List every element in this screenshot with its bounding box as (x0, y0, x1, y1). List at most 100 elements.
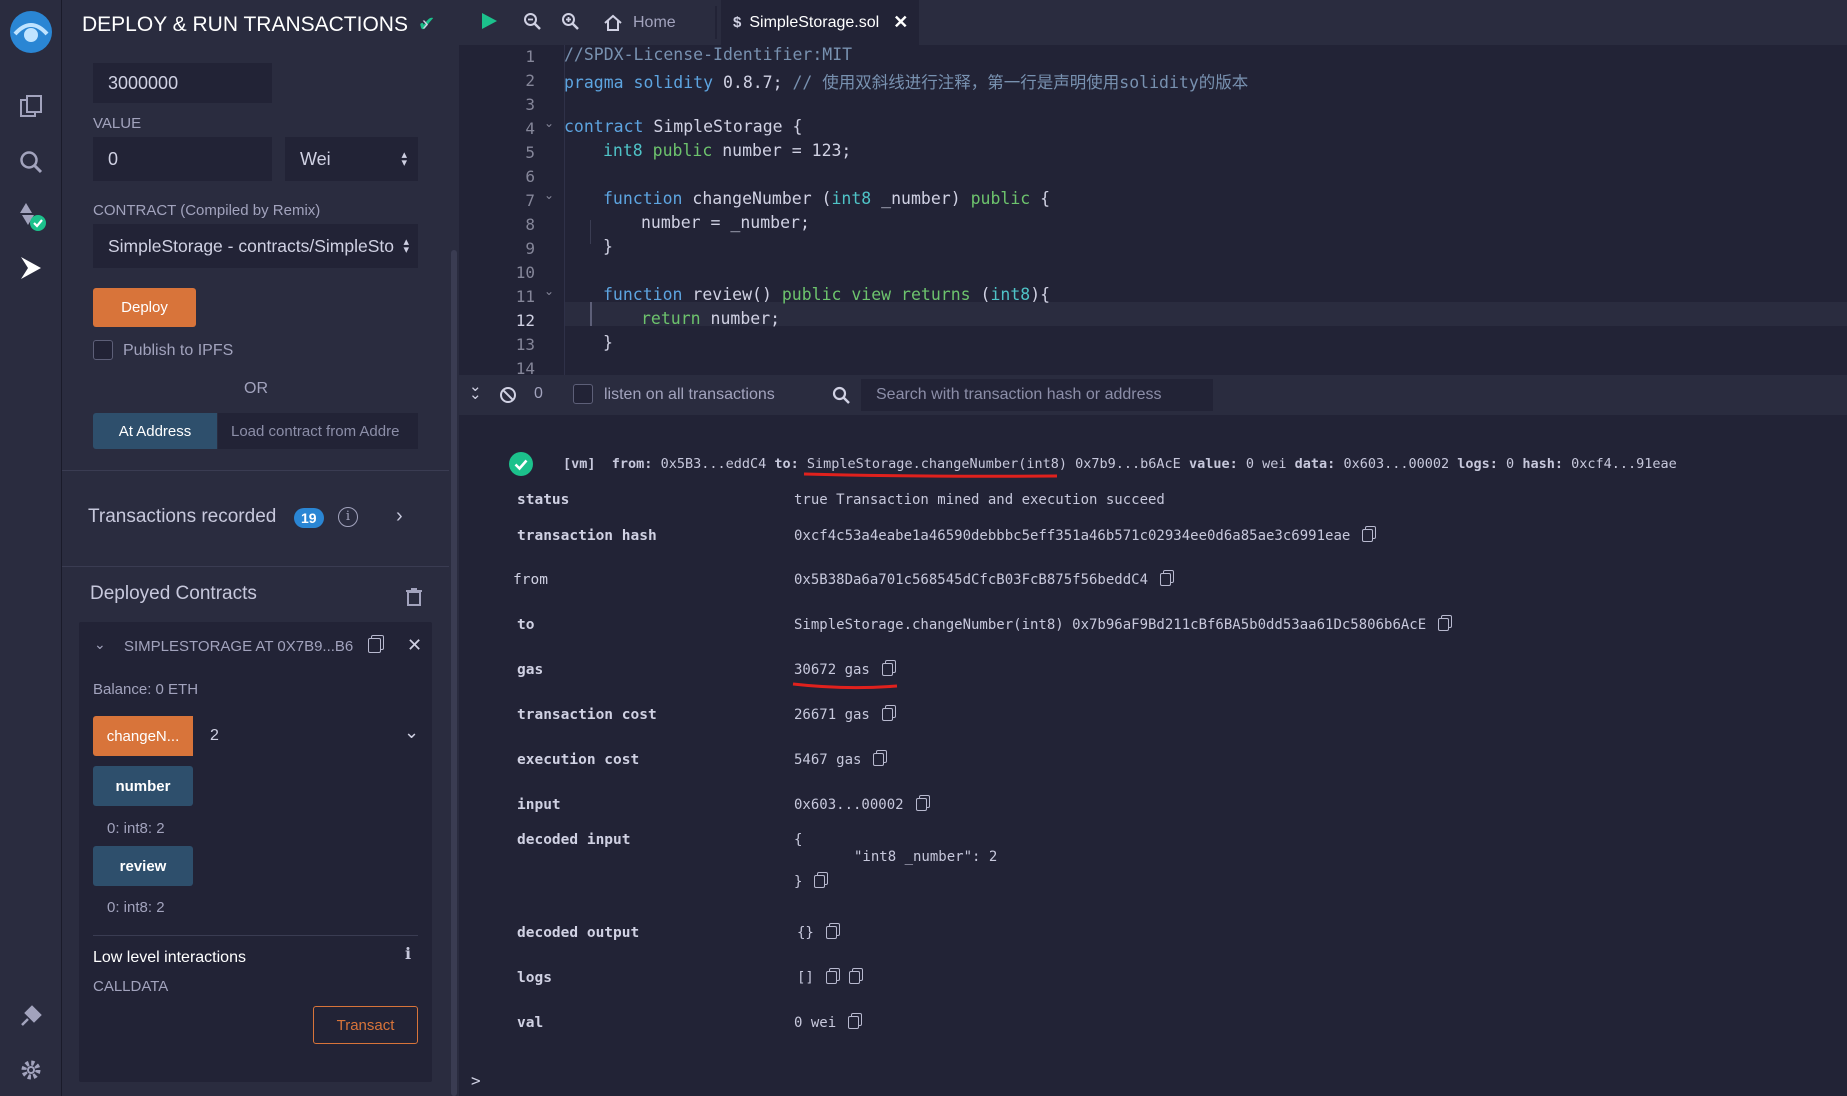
panel-scrollbar[interactable] (451, 250, 457, 1096)
code-line-1: //SPDX-License-Identifier:MIT (564, 45, 853, 64)
collapse-terminal-icon[interactable]: ⌄ ⌄ (469, 379, 482, 402)
remix-logo-icon[interactable] (0, 6, 62, 58)
settings-gear-icon[interactable] (0, 1044, 62, 1096)
copy-icon[interactable] (814, 875, 826, 888)
or-label: OR (244, 380, 268, 397)
copy-icon[interactable] (848, 971, 860, 984)
line-number: 10 (515, 263, 535, 282)
terminal-search-input[interactable]: Search with transaction hash or address (861, 379, 1213, 411)
line-number: 8 (525, 215, 535, 234)
copy-icon[interactable] (825, 971, 837, 984)
copy-icon[interactable] (848, 1016, 860, 1029)
code-line-11: function review() public view returns (i… (603, 285, 1051, 304)
transactions-recorded-label[interactable]: Transactions recorded (88, 506, 276, 528)
change-number-button[interactable]: changeN... (93, 716, 193, 756)
tab-simplestorage-sol[interactable]: $ SimpleStorage.sol ✕ (721, 0, 919, 45)
review-button[interactable]: review (93, 846, 193, 886)
instance-balance: Balance: 0 ETH (93, 681, 199, 698)
decoded-input-close: } (794, 874, 826, 890)
line-number: 1 (525, 47, 535, 66)
code-line-8: number = _number; (641, 213, 810, 232)
value-input[interactable]: 0 (93, 137, 272, 181)
clear-console-icon[interactable] (499, 386, 517, 409)
tx-summary-line[interactable]: [vm] from: 0x5B3...eddC4 to: SimpleStora… (563, 456, 1677, 472)
close-icon[interactable]: ✕ (407, 635, 422, 656)
gas-value: 30672 gas (794, 662, 893, 678)
success-check-icon (509, 452, 533, 480)
zoom-out-icon[interactable] (523, 12, 541, 35)
home-icon (604, 14, 622, 31)
status-key: status (517, 492, 570, 508)
input-key: input (517, 797, 561, 813)
copy-icon[interactable] (881, 663, 893, 676)
search-icon[interactable] (0, 136, 62, 188)
calldata-input[interactable] (93, 1006, 313, 1044)
deploy-run-icon[interactable] (0, 242, 62, 294)
chevron-down-icon[interactable]: ⌄ (404, 722, 419, 743)
line-number: 12 (515, 311, 535, 330)
instance-name[interactable]: SIMPLESTORAGE AT 0X7B9...B6 (124, 638, 353, 655)
copy-icon[interactable] (1362, 529, 1374, 542)
tab-home[interactable]: Home (603, 0, 715, 45)
info-icon[interactable]: i (405, 944, 411, 963)
editor-content[interactable]: 1 2 3 4 5 6 7 8 9 10 11 12 13 14 ⌄ ⌄ ⌄ //SPDX-License… (459, 45, 1847, 378)
copy-icon[interactable] (873, 753, 885, 766)
number-result: 0: int8: 2 (107, 820, 165, 837)
change-number-input[interactable]: 2 (195, 716, 395, 756)
file-explorer-icon[interactable] (0, 80, 62, 132)
close-tab-icon[interactable]: ✕ (893, 12, 908, 33)
publish-ipfs-checkbox[interactable] (93, 340, 113, 360)
listen-all-checkbox[interactable] (573, 384, 593, 404)
line-number: 9 (525, 239, 535, 258)
copy-icon[interactable] (825, 926, 837, 939)
copy-icon[interactable] (881, 708, 893, 721)
chevron-right-icon[interactable]: › (396, 505, 403, 528)
plugin-manager-icon[interactable] (0, 990, 62, 1042)
contract-select[interactable]: SimpleStorage - contracts/SimpleSto ▴ ▾ (93, 224, 418, 268)
gas-key: gas (517, 662, 544, 678)
copy-icon[interactable] (915, 798, 927, 811)
tx-cost-value: 26671 gas (794, 707, 893, 723)
red-annotation-underline (792, 682, 898, 690)
code-line-13: } (603, 333, 613, 352)
fold-arrow-icon[interactable]: ⌄ (544, 116, 554, 130)
chevron-down-icon[interactable]: ⌄ (94, 636, 106, 653)
at-address-button[interactable]: At Address (93, 413, 217, 449)
select-arrows-icon: ▴ ▾ (403, 236, 409, 256)
value-label: VALUE (93, 115, 142, 132)
fold-arrow-icon[interactable]: ⌄ (544, 284, 554, 298)
number-button[interactable]: number (93, 766, 193, 806)
gas-limit-input[interactable]: 3000000 (93, 63, 272, 103)
copy-icon[interactable] (1160, 573, 1172, 586)
fold-arrow-icon[interactable]: ⌄ (544, 188, 554, 202)
status-value: true Transaction mined and execution suc… (794, 492, 1165, 508)
trash-icon[interactable] (406, 588, 422, 611)
divider (93, 935, 418, 936)
deploy-button[interactable]: Deploy (93, 288, 196, 327)
tx-hash-value: 0xcf4c53a4eabe1a46590debbbc5eff351a46b57… (794, 528, 1374, 544)
line-number: 7 (525, 191, 535, 210)
code-line-12: return number; (641, 309, 781, 328)
listen-all-label: listen on all transactions (604, 386, 775, 403)
transactions-count-badge: 19 (294, 508, 324, 528)
logs-value: [] (797, 970, 860, 986)
copy-icon[interactable] (1438, 618, 1450, 631)
transact-button[interactable]: Transact (313, 1006, 418, 1044)
code-line-2: pragma solidity 0.8.7; // 使用双斜线进行注释，第一行是… (564, 73, 1249, 92)
copy-address-icon[interactable] (368, 638, 381, 656)
chevron-right-icon[interactable]: › (422, 13, 429, 36)
code-line-4: contract SimpleStorage { (564, 117, 803, 136)
exec-cost-value: 5467 gas (794, 752, 885, 768)
from-value: 0x5B38Da6a701c568545dCfcB03FcB875f56bedd… (794, 572, 1172, 588)
review-result: 0: int8: 2 (107, 899, 165, 916)
load-contract-address-input[interactable]: Load contract from Addre (218, 413, 418, 449)
info-icon[interactable]: i (338, 507, 358, 527)
value-unit-select[interactable]: Wei ▴ ▾ (285, 137, 418, 181)
zoom-in-icon[interactable] (561, 12, 579, 35)
terminal-prompt[interactable]: > (471, 1071, 481, 1090)
run-script-icon[interactable] (479, 11, 499, 36)
solidity-compiler-icon[interactable] (0, 190, 62, 242)
line-number: 2 (525, 71, 535, 90)
search-icon (832, 386, 850, 409)
decoded-output-value: {} (797, 925, 837, 941)
